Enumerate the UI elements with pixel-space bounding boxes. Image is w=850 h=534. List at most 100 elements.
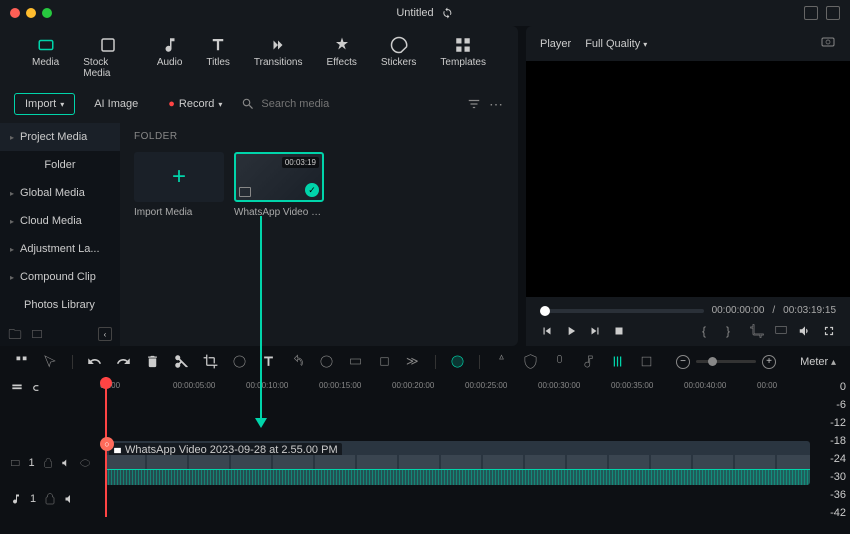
- display-icon[interactable]: [774, 324, 788, 338]
- ruler-tick: 00:00:10:00: [246, 381, 288, 390]
- more-tools-icon[interactable]: ≫: [406, 354, 421, 369]
- meter-value: -24: [819, 453, 846, 465]
- render-icon[interactable]: [639, 354, 654, 369]
- delete-icon[interactable]: [145, 354, 160, 369]
- close-window[interactable]: [10, 8, 20, 18]
- next-frame-icon[interactable]: [588, 324, 602, 338]
- search-field[interactable]: [241, 98, 459, 110]
- color-icon[interactable]: [319, 354, 334, 369]
- minimize-window[interactable]: [26, 8, 36, 18]
- record-button[interactable]: ●Record▾: [157, 93, 233, 115]
- magnet-icon[interactable]: [14, 354, 29, 369]
- quality-select[interactable]: Full Quality ▾: [585, 38, 647, 50]
- eye-icon[interactable]: [80, 457, 90, 469]
- sidebar-photos-library[interactable]: Photos Library: [0, 291, 120, 319]
- stop-icon[interactable]: [612, 324, 626, 338]
- titlebar: Untitled: [0, 0, 850, 26]
- lock-icon[interactable]: [44, 493, 56, 505]
- import-button[interactable]: Import▾: [14, 93, 75, 115]
- tab-media[interactable]: Media: [20, 32, 71, 83]
- meter-value: -12: [819, 417, 846, 429]
- meter-value: -36: [819, 489, 846, 501]
- text-icon[interactable]: [261, 354, 276, 369]
- crop-tool-icon[interactable]: [203, 354, 218, 369]
- tab-stock-media[interactable]: Stock Media: [71, 32, 145, 83]
- video-track-icon: [10, 457, 20, 469]
- rotate-icon[interactable]: [290, 354, 305, 369]
- search-input[interactable]: [241, 98, 459, 110]
- mark-in-icon[interactable]: {: [702, 324, 716, 338]
- zoom-in-icon[interactable]: +: [762, 355, 776, 369]
- media-clip-tile[interactable]: 00:03:19 ✓ WhatsApp Video 202...: [234, 152, 324, 218]
- filter-icon[interactable]: [467, 97, 481, 111]
- link-icon[interactable]: [32, 381, 46, 395]
- snapshot-icon[interactable]: [820, 34, 836, 53]
- speed-icon[interactable]: [232, 354, 247, 369]
- sidebar-cloud-media[interactable]: ▸Cloud Media: [0, 207, 120, 235]
- mark-out-icon[interactable]: }: [726, 324, 740, 338]
- mute-icon[interactable]: [64, 493, 76, 505]
- layout-icon-2[interactable]: [826, 6, 840, 20]
- preview-panel[interactable]: [526, 61, 850, 297]
- ai-icon[interactable]: [450, 354, 465, 369]
- timeline-toolbar: ≫ − + Meter ▴: [0, 346, 850, 377]
- meter-value: -6: [819, 399, 846, 411]
- sidebar-compound-clip[interactable]: ▸Compound Clip: [0, 263, 120, 291]
- mic-icon[interactable]: [552, 354, 567, 369]
- clip-duration: 00:03:19: [282, 157, 319, 168]
- tab-stickers[interactable]: Stickers: [369, 32, 429, 83]
- tab-templates[interactable]: Templates: [428, 32, 498, 83]
- ruler-tick: 00:00:35:00: [611, 381, 653, 390]
- play-icon[interactable]: [564, 324, 578, 338]
- import-media-tile[interactable]: + Import Media: [134, 152, 224, 218]
- tab-transitions[interactable]: Transitions: [242, 32, 315, 83]
- track-options-icon[interactable]: [10, 381, 24, 395]
- collapse-sidebar[interactable]: ‹: [98, 327, 112, 341]
- new-folder-icon[interactable]: [8, 327, 22, 344]
- scrub-bar[interactable]: [540, 309, 704, 313]
- crop-icon[interactable]: [750, 324, 764, 338]
- prev-frame-icon[interactable]: [540, 324, 554, 338]
- cut-icon[interactable]: [174, 354, 189, 369]
- sidebar-global-media[interactable]: ▸Global Media: [0, 179, 120, 207]
- sidebar-adjustment[interactable]: ▸Adjustment La...: [0, 235, 120, 263]
- time-ruler[interactable]: 00:0000:00:05:0000:00:10:0000:00:15:0000…: [100, 377, 815, 399]
- music-icon[interactable]: [581, 354, 596, 369]
- fullscreen-icon[interactable]: [822, 324, 836, 338]
- lock-icon[interactable]: [43, 457, 53, 469]
- tab-titles[interactable]: Titles: [194, 32, 242, 83]
- marker-icon[interactable]: [494, 354, 509, 369]
- audio-track-icon: [10, 493, 22, 505]
- timeline-area[interactable]: 00:0000:00:05:0000:00:10:0000:00:15:0000…: [100, 377, 815, 517]
- redo-icon[interactable]: [116, 354, 131, 369]
- more-icon[interactable]: ⋯: [489, 96, 504, 113]
- sidebar-folder[interactable]: Folder: [0, 151, 120, 179]
- clip-effect-badge[interactable]: ○: [100, 437, 114, 451]
- sidebar-project-media[interactable]: ▸Project Media: [0, 123, 120, 151]
- timeline-clip[interactable]: WhatsApp Video 2023-09-28 at 2.55.00 PM: [105, 441, 810, 485]
- layout-icon-1[interactable]: [804, 6, 818, 20]
- undo-icon[interactable]: [87, 354, 102, 369]
- media-sidebar: ▸Project Media Folder ▸Global Media ▸Clo…: [0, 123, 120, 346]
- shield-icon[interactable]: [523, 354, 538, 369]
- tab-audio[interactable]: Audio: [145, 32, 195, 83]
- keyframe-icon[interactable]: [377, 354, 392, 369]
- meter-value: -30: [819, 471, 846, 483]
- select-icon[interactable]: [43, 354, 58, 369]
- new-bin-icon[interactable]: [30, 327, 44, 344]
- meter-toggle[interactable]: Meter ▴: [800, 356, 836, 368]
- ruler-tick: 00:00:25:00: [465, 381, 507, 390]
- document-title: Untitled: [396, 7, 453, 19]
- tab-effects[interactable]: Effects: [314, 32, 368, 83]
- zoom-out-icon[interactable]: −: [676, 355, 690, 369]
- meter-value: -42: [819, 507, 846, 519]
- zoom-slider[interactable]: [696, 360, 756, 363]
- ai-image-button[interactable]: AI Image: [83, 93, 149, 115]
- adjust-icon[interactable]: [348, 354, 363, 369]
- sync-icon: [442, 7, 454, 19]
- maximize-window[interactable]: [42, 8, 52, 18]
- volume-icon[interactable]: [798, 324, 812, 338]
- mixer-icon[interactable]: [610, 354, 625, 369]
- mute-icon[interactable]: [61, 457, 71, 469]
- ruler-tick: 00:00:05:00: [173, 381, 215, 390]
